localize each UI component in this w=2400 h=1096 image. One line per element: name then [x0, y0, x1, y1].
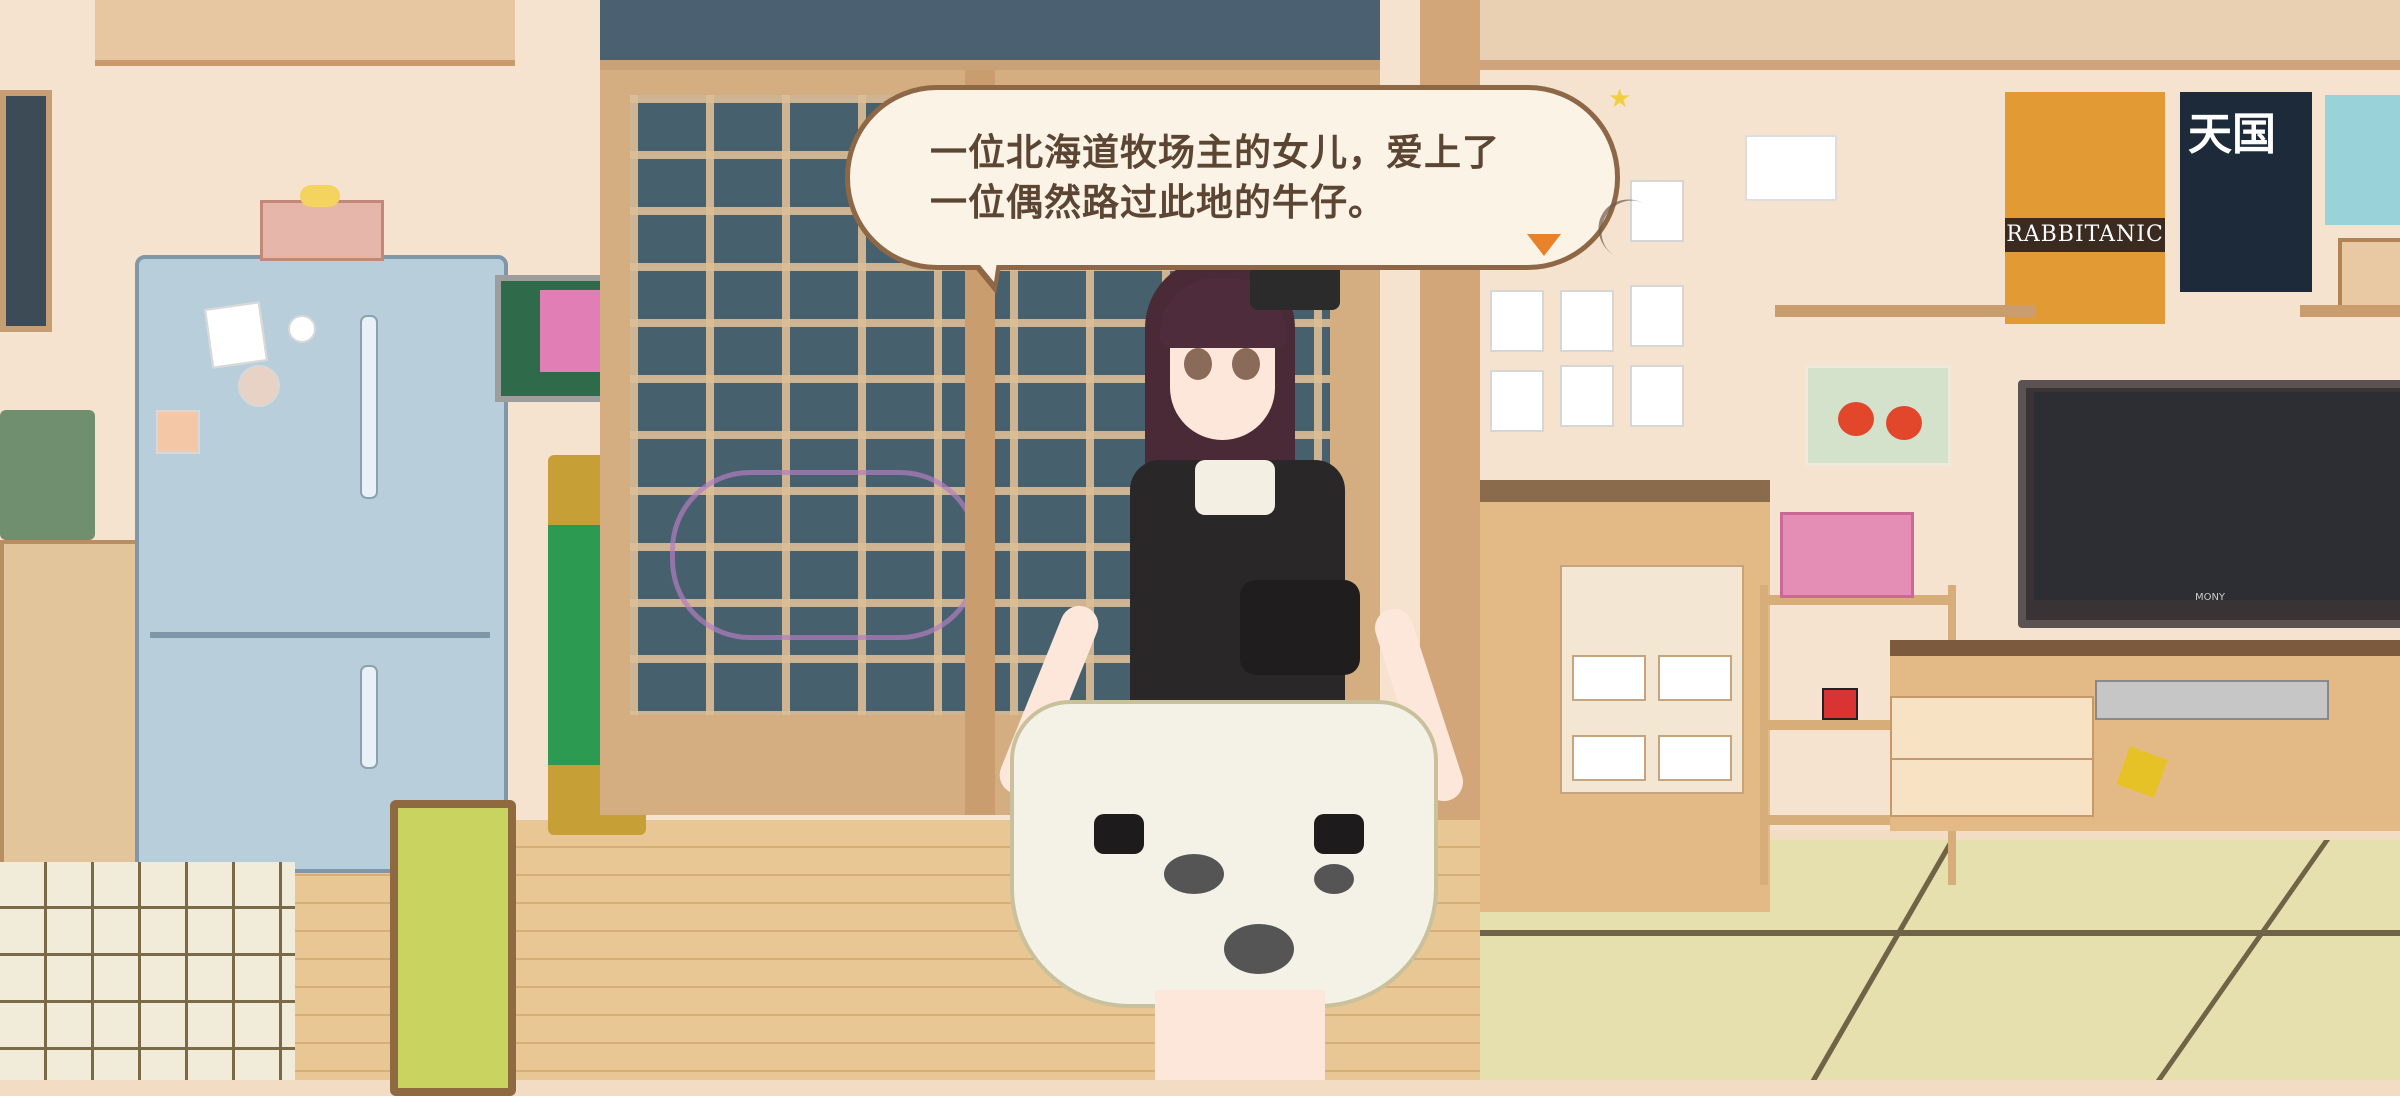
- wall-molding: [1480, 0, 2400, 70]
- triangle-down-icon[interactable]: [1527, 234, 1561, 256]
- refrigerator-divider: [150, 632, 490, 638]
- character-waist-bow: [1240, 580, 1360, 675]
- pink-box: [1780, 512, 1914, 598]
- apple: [1886, 406, 1922, 440]
- dialogue-text: 一位北海道牧场主的女儿，爱上了 一位偶然路过此地的牛仔。: [930, 128, 1570, 228]
- hanging-photo: [1560, 290, 1614, 352]
- tv-brand-label: MONY: [2194, 592, 2226, 603]
- gift-box: [260, 200, 384, 261]
- microwave-oven: [0, 410, 95, 540]
- kitchen-upper-cabinet: [95, 0, 515, 66]
- fridge-sticker: [288, 315, 316, 343]
- character-legs: [1155, 990, 1325, 1080]
- refrigerator: [135, 255, 508, 873]
- bicycle-outside: [670, 470, 980, 640]
- wall-pocket-organizer: [1560, 565, 1744, 794]
- star-icon: ★: [1608, 84, 1632, 114]
- transom-window: [600, 0, 1380, 70]
- rubiks-cube: [1822, 688, 1858, 720]
- wall-shelf: [1775, 305, 2035, 317]
- kitchen-window: [0, 90, 52, 332]
- character-eye: [1232, 348, 1260, 380]
- cow-spot: [1164, 854, 1224, 894]
- refrigerator-handle: [360, 315, 378, 499]
- tv-stand: [1890, 640, 2400, 831]
- dialogue-line-2: 一位偶然路过此地的牛仔。: [930, 181, 1386, 224]
- character-eye: [1184, 348, 1212, 380]
- sushi-poster: 天国: [2180, 92, 2312, 292]
- skirt-bow: [1314, 814, 1364, 854]
- wall-shelf: [2300, 305, 2400, 317]
- character-skirt: [1010, 700, 1438, 1008]
- organizer-pocket: [1572, 655, 1646, 701]
- fridge-note: [156, 410, 200, 454]
- refrigerator-handle: [360, 665, 378, 769]
- dialogue-line-1: 一位北海道牧场主的女儿，爱上了: [930, 131, 1500, 174]
- character-collar: [1195, 460, 1275, 515]
- movie-poster-title: RABBITANIC: [2005, 218, 2165, 252]
- organizer-pocket: [1572, 735, 1646, 781]
- hanging-photo: [1560, 365, 1614, 427]
- bunny-poster: [2325, 95, 2400, 225]
- tv-stand-drawer: [1890, 696, 2094, 760]
- wooden-chair: [390, 800, 516, 1096]
- fridge-character-magnet: [238, 365, 280, 407]
- fridge-photo-magnet: [204, 301, 268, 369]
- movie-poster: [2005, 92, 2165, 324]
- hanging-photo: [1630, 285, 1684, 347]
- organizer-pocket: [1658, 655, 1732, 701]
- television-screen: [2034, 392, 2400, 600]
- cow-spot: [1224, 924, 1294, 974]
- video-player: [2095, 680, 2329, 720]
- hanging-photo: [1630, 365, 1684, 427]
- wall-drawing-card: [1745, 135, 1837, 201]
- apple: [1838, 402, 1874, 436]
- speech-bubble-tail-fill: [966, 248, 999, 282]
- gift-bow: [300, 185, 340, 207]
- tv-stand-drawer: [1890, 758, 2094, 817]
- cow-spot: [1314, 864, 1354, 894]
- apple-painting: [1805, 365, 1951, 466]
- hanging-photo: [1490, 290, 1544, 352]
- checkered-table: [0, 862, 295, 1080]
- organizer-pocket: [1658, 735, 1732, 781]
- hanging-photo: [1490, 370, 1544, 432]
- skirt-bow: [1094, 814, 1144, 854]
